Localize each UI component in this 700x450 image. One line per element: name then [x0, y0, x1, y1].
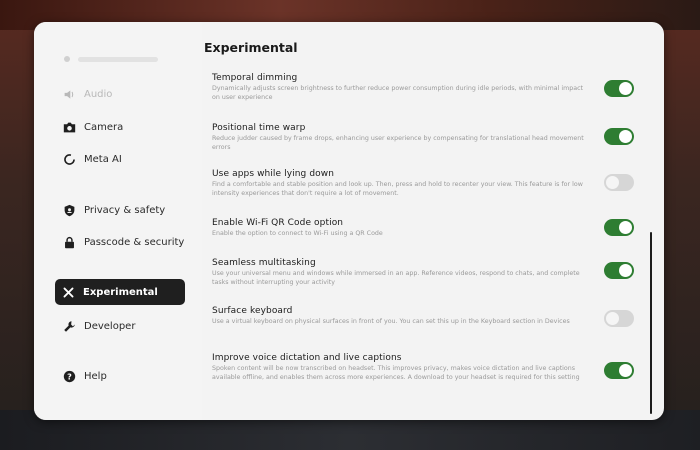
shield-icon: [62, 203, 76, 217]
seamless-multitasking-toggle[interactable]: [604, 262, 634, 279]
setting-description: Enable the option to connect to Wi-Fi us…: [212, 230, 383, 237]
sidebar-item-audio[interactable]: Audio: [56, 81, 186, 107]
sidebar-item-label: Camera: [84, 121, 124, 133]
setting-name: Surface keyboard: [212, 306, 293, 316]
speaker-icon: [62, 87, 76, 101]
use-apps-lying-down-toggle[interactable]: [604, 174, 634, 191]
setting-name: Use apps while lying down: [212, 169, 335, 179]
sidebar-item-label: Experimental: [83, 286, 158, 298]
sidebar-item-label: Developer: [84, 320, 136, 332]
sidebar-item-camera[interactable]: Camera: [56, 114, 186, 140]
setting-voice-dictation: Improve voice dictation and live caption…: [212, 353, 652, 382]
sidebar-item-developer[interactable]: Developer: [56, 313, 186, 339]
svg-text:?: ?: [67, 371, 72, 381]
sidebar-item-label: Audio: [84, 88, 113, 100]
setting-description: Use your universal menu and windows whil…: [212, 270, 580, 286]
setting-positional-time-warp: Positional time warp Reduce judder cause…: [212, 123, 652, 152]
sidebar-item-privacy[interactable]: Privacy & safety: [56, 197, 186, 223]
settings-panel: Audio Camera Meta AI Privacy & safety Pa: [34, 22, 664, 420]
setting-name: Temporal dimming: [212, 73, 298, 83]
setting-name: Improve voice dictation and live caption…: [212, 353, 402, 363]
experimental-icon: [61, 285, 75, 299]
setting-description: Use a virtual keyboard on physical surfa…: [212, 318, 570, 325]
sidebar-item-passcode[interactable]: Passcode & security: [56, 229, 186, 255]
setting-description: Spoken content will be now transcribed o…: [212, 365, 580, 381]
setting-name: Enable Wi-Fi QR Code option: [212, 218, 344, 228]
setting-use-apps-lying-down: Use apps while lying down Find a comfort…: [212, 169, 652, 198]
sidebar-item-experimental[interactable]: Experimental: [55, 279, 185, 305]
sidebar-item-label: Meta AI: [84, 153, 122, 165]
sidebar-item-label: Help: [84, 370, 107, 382]
setting-description: Dynamically adjusts screen brightness to…: [212, 85, 583, 101]
wrench-icon: [62, 319, 76, 333]
sidebar-item-help[interactable]: ? Help: [56, 363, 186, 389]
setting-surface-keyboard: Surface keyboard Use a virtual keyboard …: [212, 306, 652, 327]
camera-icon: [62, 120, 76, 134]
scrollbar[interactable]: [650, 232, 652, 414]
setting-temporal-dimming: Temporal dimming Dynamically adjusts scr…: [212, 73, 652, 102]
lock-icon: [62, 235, 76, 249]
setting-wifi-qr-code: Enable Wi-Fi QR Code option Enable the o…: [212, 218, 652, 239]
voice-dictation-toggle[interactable]: [604, 362, 634, 379]
surface-keyboard-toggle[interactable]: [604, 310, 634, 327]
setting-name: Positional time warp: [212, 123, 306, 133]
page-title: Experimental: [204, 40, 298, 55]
sidebar-item-faded: [62, 54, 162, 64]
sidebar-item-label: Passcode & security: [84, 236, 185, 248]
temporal-dimming-toggle[interactable]: [604, 80, 634, 97]
setting-description: Reduce judder caused by frame drops, enh…: [212, 135, 584, 151]
meta-ai-icon: [62, 152, 76, 166]
setting-name: Seamless multitasking: [212, 258, 316, 268]
setting-seamless-multitasking: Seamless multitasking Use your universal…: [212, 258, 652, 287]
wifi-qr-code-toggle[interactable]: [604, 219, 634, 236]
help-icon: ?: [62, 369, 76, 383]
sidebar-item-label: Privacy & safety: [84, 204, 166, 216]
positional-time-warp-toggle[interactable]: [604, 128, 634, 145]
sidebar-item-meta-ai[interactable]: Meta AI: [56, 146, 186, 172]
sidebar: Audio Camera Meta AI Privacy & safety Pa: [34, 22, 202, 420]
setting-description: Find a comfortable and stable position a…: [212, 181, 583, 197]
main-content: Experimental Temporal dimming Dynamicall…: [202, 22, 664, 420]
